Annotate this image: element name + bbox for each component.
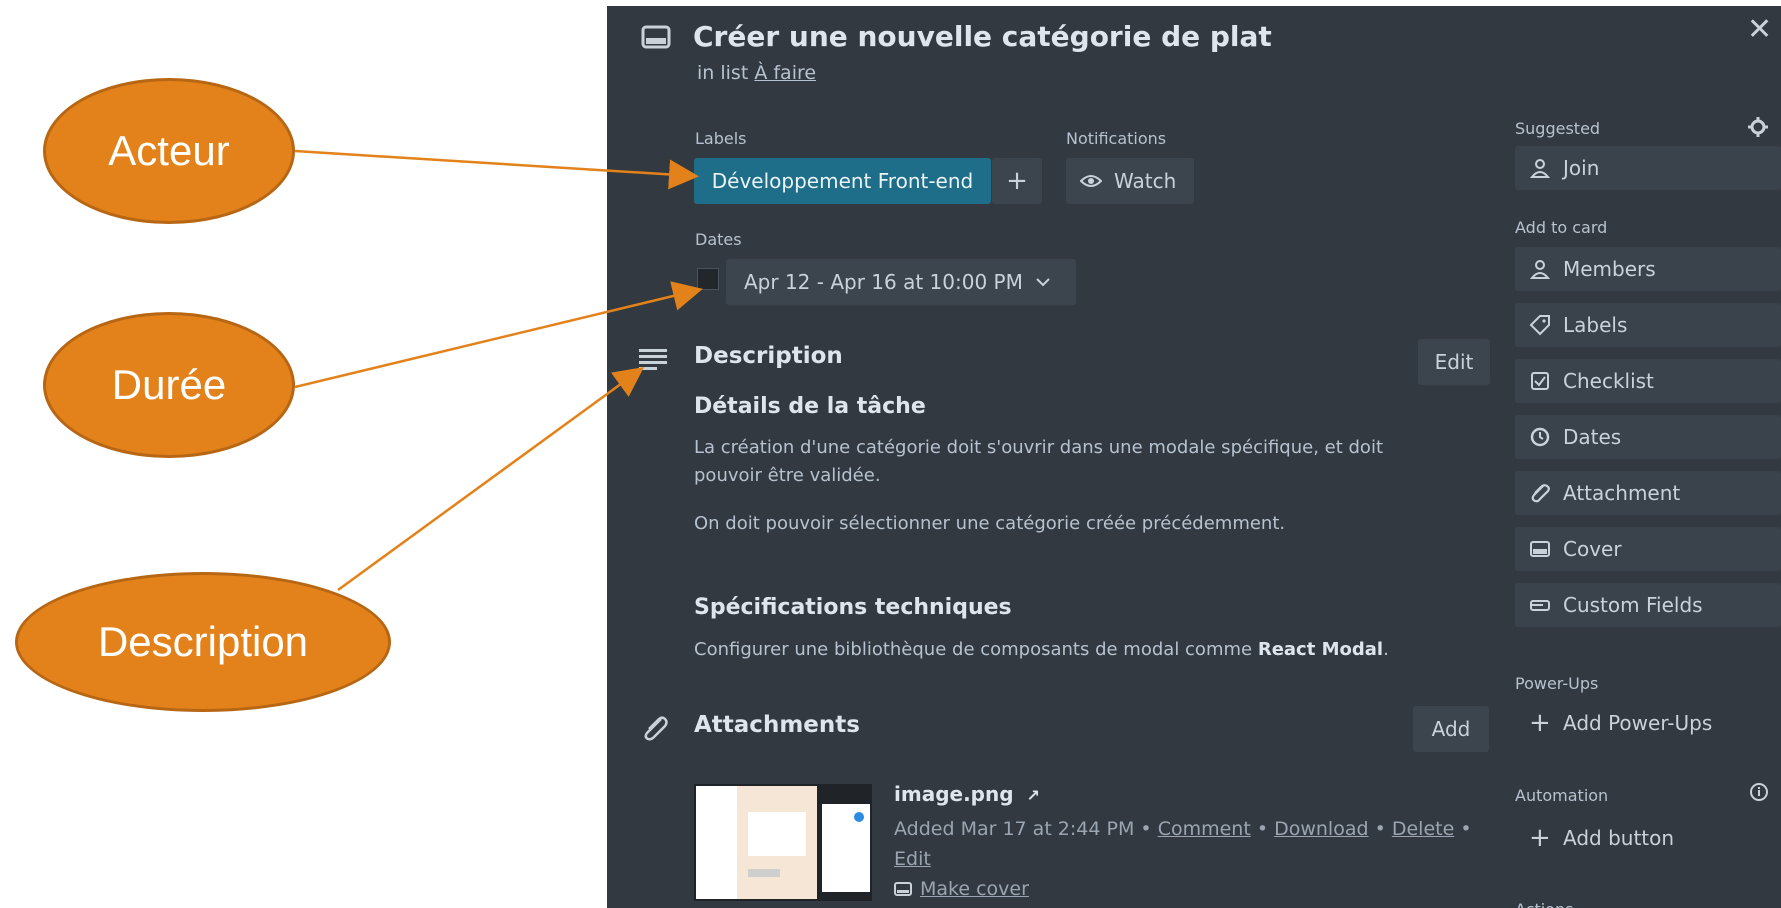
specs-paragraph: Configurer une bibliothèque de composant… (694, 639, 1389, 660)
attachment-side-button[interactable]: Attachment (1515, 471, 1781, 515)
description-heading: Description (694, 343, 843, 369)
annotation-description: Description (15, 572, 391, 712)
dates-button[interactable]: Apr 12 - Apr 16 at 10:00 PM (726, 259, 1076, 305)
comment-link[interactable]: Comment (1158, 818, 1251, 840)
dates-value: Apr 12 - Apr 16 at 10:00 PM (744, 270, 1023, 294)
add-to-card-heading: Add to card (1515, 218, 1608, 237)
close-icon[interactable]: ✕ (1747, 12, 1772, 47)
attachment-file-name[interactable]: image.png ↗ (894, 782, 1040, 806)
labels-button[interactable]: Labels (1515, 303, 1781, 347)
add-power-ups-button[interactable]: + Add Power-Ups (1515, 705, 1712, 741)
make-cover-link[interactable]: Make cover (894, 878, 1029, 900)
suggested-heading: Suggested (1515, 119, 1601, 138)
details-paragraph-2: On doit pouvoir sélectionner une catégor… (694, 513, 1286, 534)
description-edit-button[interactable]: Edit (1418, 339, 1490, 385)
card-list-info: in list À faire (697, 62, 817, 84)
checklist-button[interactable]: Checklist (1515, 359, 1781, 403)
card-title[interactable]: Créer une nouvelle catégorie de plat (693, 20, 1272, 53)
external-link-icon: ↗ (1026, 786, 1040, 805)
due-checkbox[interactable] (697, 268, 719, 290)
dates-heading: Dates (695, 230, 742, 249)
cover-button[interactable]: Cover (1515, 527, 1781, 571)
list-link[interactable]: À faire (754, 62, 816, 84)
actions-heading: Actions (1515, 900, 1573, 908)
paperclip-icon (1531, 484, 1550, 503)
chevron-down-icon (1036, 278, 1050, 287)
card-icon (641, 25, 671, 49)
add-label-button[interactable]: + (992, 158, 1042, 204)
join-button[interactable]: Join (1515, 146, 1781, 190)
card-cover-icon (1530, 541, 1550, 557)
paperclip-icon (644, 716, 668, 741)
card-cover-icon (894, 882, 912, 896)
notifications-heading: Notifications (1066, 129, 1167, 148)
arrow-description (337, 367, 645, 592)
plus-icon: + (1006, 166, 1028, 196)
card-detail-modal: Créer une nouvelle catégorie de plat in … (607, 6, 1781, 908)
label-chip-frontend[interactable]: Développement Front-end (694, 158, 991, 204)
custom-fields-icon (1530, 600, 1550, 611)
attachment-thumbnail[interactable] (694, 784, 872, 901)
labels-heading: Labels (695, 129, 747, 148)
attachments-heading: Attachments (694, 712, 860, 738)
person-icon (1529, 159, 1551, 178)
gear-icon[interactable] (1747, 116, 1769, 138)
person-icon (1529, 260, 1551, 279)
add-button-button[interactable]: + Add button (1515, 820, 1674, 856)
plus-icon: + (1529, 823, 1551, 853)
add-label: Add (1431, 717, 1471, 741)
info-icon[interactable] (1749, 782, 1769, 802)
custom-fields-button[interactable]: Custom Fields (1515, 583, 1781, 627)
details-title: Détails de la tâche (694, 394, 926, 419)
members-button[interactable]: Members (1515, 247, 1781, 291)
dates-side-button[interactable]: Dates (1515, 415, 1781, 459)
plus-icon: + (1529, 708, 1551, 738)
description-icon (639, 349, 667, 370)
edit-label: Edit (1434, 350, 1474, 374)
eye-icon (1080, 175, 1102, 187)
edit-link[interactable]: Edit (894, 848, 931, 870)
clock-icon (1530, 427, 1550, 447)
delete-link[interactable]: Delete (1392, 818, 1454, 840)
checkbox-icon (1531, 372, 1549, 390)
tag-icon (1529, 315, 1550, 336)
details-paragraph-1: La création d'une catégorie doit s'ouvri… (694, 437, 1384, 486)
download-link[interactable]: Download (1274, 818, 1368, 840)
watch-label: Watch (1114, 169, 1177, 193)
watch-button[interactable]: Watch (1066, 158, 1194, 204)
automation-heading: Automation (1515, 786, 1609, 805)
power-ups-heading: Power-Ups (1515, 674, 1599, 693)
attachment-meta: Added Mar 17 at 2:44 PM • Comment • Down… (894, 818, 1472, 870)
specs-title: Spécifications techniques (694, 595, 1012, 620)
annotation-duree: Durée (43, 312, 295, 458)
attachments-add-button[interactable]: Add (1413, 706, 1489, 752)
annotation-acteur: Acteur (43, 78, 295, 224)
